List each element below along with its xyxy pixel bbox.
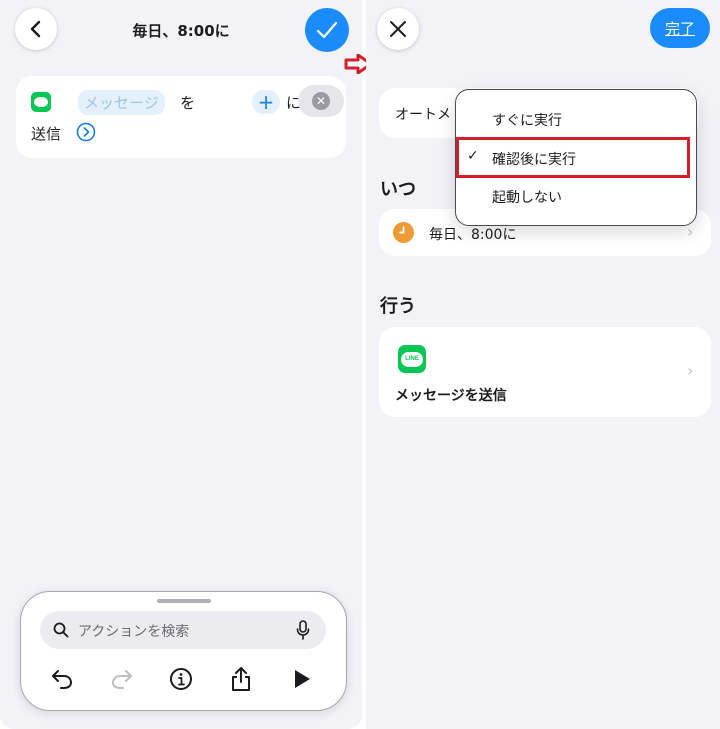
close-icon: [390, 21, 406, 37]
info-icon: [170, 668, 192, 690]
chevron-right-icon: ›: [687, 361, 694, 380]
chevron-right-circle-icon: [76, 122, 96, 142]
back-button[interactable]: [15, 8, 57, 50]
clear-icon: ✕: [312, 92, 330, 110]
auto-run-label: オートメ: [395, 107, 451, 123]
page-title: 毎日、8:00に: [132, 22, 230, 40]
checkmark-icon: [316, 21, 338, 39]
search-placeholder: アクションを検索: [78, 624, 190, 640]
line-app-icon: LINE: [398, 345, 426, 373]
action-card[interactable]: メッセージ を + に 送信: [16, 76, 346, 158]
done-button[interactable]: 完了: [650, 8, 710, 48]
action-row[interactable]: LINE メッセージを送信 ›: [379, 327, 711, 417]
share-button[interactable]: [228, 666, 254, 692]
clock-icon: [393, 222, 414, 243]
plus-icon: +: [257, 90, 275, 114]
confirm-button[interactable]: [305, 8, 349, 52]
when-section-title: いつ: [380, 179, 416, 200]
sheet-grabber[interactable]: [157, 599, 211, 603]
action-text-send: 送信: [31, 125, 62, 143]
line-app-icon: [31, 92, 51, 112]
schedule-label: 毎日、8:00に: [429, 227, 517, 243]
action-label: メッセージを送信: [395, 388, 507, 404]
share-icon: [232, 667, 250, 691]
info-button[interactable]: [168, 666, 194, 692]
do-section-title: 行う: [380, 296, 416, 317]
shortcut-editor-panel: 毎日、8:00に メッセージ を + に 送信 ✕ アクションを検索: [0, 0, 362, 729]
run-button[interactable]: [289, 666, 315, 692]
play-icon: [295, 670, 310, 688]
search-input[interactable]: アクションを検索: [40, 611, 326, 649]
redo-button[interactable]: [109, 666, 135, 692]
back-chevron-icon: [30, 20, 41, 38]
undo-button[interactable]: [49, 666, 75, 692]
undo-icon: [52, 670, 73, 689]
action-text-wo: を: [180, 94, 196, 112]
microphone-icon[interactable]: [296, 620, 310, 640]
clear-button[interactable]: ✕: [298, 85, 344, 117]
line-logo-text: LINE: [405, 356, 419, 362]
search-icon: [53, 622, 69, 638]
redo-icon: [111, 670, 132, 689]
add-recipient-button[interactable]: +: [252, 90, 280, 114]
close-button[interactable]: [377, 8, 419, 50]
menu-item-run-immediately[interactable]: すぐに実行: [456, 100, 696, 138]
expand-button[interactable]: [76, 122, 96, 146]
highlight-box: [456, 137, 690, 178]
menu-item-do-not-run[interactable]: 起動しない: [456, 177, 696, 215]
action-toolbar: アクションを検索: [20, 591, 347, 711]
message-token[interactable]: メッセージ: [78, 90, 165, 115]
